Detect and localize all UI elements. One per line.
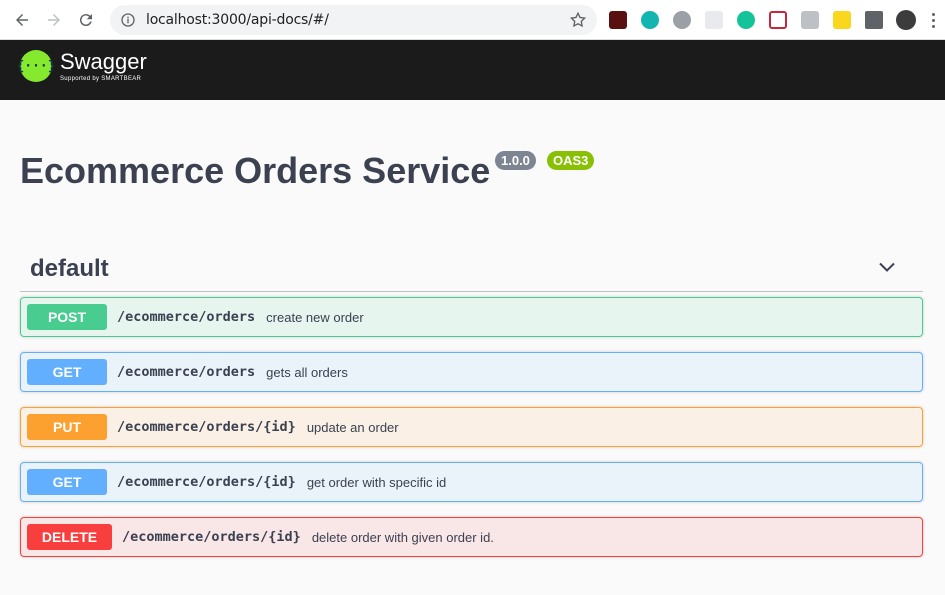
swagger-logo-icon: {···} xyxy=(16,50,56,82)
swagger-brand: Swagger xyxy=(60,48,147,74)
menu-icon[interactable] xyxy=(930,11,936,29)
operation-path: /ecommerce/orders/{id} xyxy=(117,474,296,490)
pdf-extension-icon[interactable] xyxy=(609,11,627,29)
swagger-sub: Supported by SMARTBEAR xyxy=(60,75,142,82)
operation-get-order[interactable]: GET /ecommerce/orders/{id} get order wit… xyxy=(20,462,923,502)
yellow-extension-icon[interactable] xyxy=(833,11,851,29)
version-badge: 1.0.0 xyxy=(495,151,536,170)
reload-icon xyxy=(79,13,92,26)
swagger-logo[interactable]: {···} Swagger Supported by SMARTBEAR xyxy=(16,48,147,82)
operation-summary: delete order with given order id. xyxy=(311,529,494,545)
operation-summary: get order with specific id xyxy=(306,474,447,490)
operation-path: /ecommerce/orders xyxy=(117,364,256,380)
forward-icon xyxy=(48,13,60,26)
m-extension-icon[interactable] xyxy=(641,11,659,29)
method-badge: GET xyxy=(27,359,107,385)
back-icon xyxy=(16,13,28,26)
star-icon[interactable] xyxy=(569,11,587,29)
grammarly-extension-icon[interactable] xyxy=(737,11,755,29)
operation-summary: gets all orders xyxy=(266,364,348,380)
section-default[interactable]: default xyxy=(20,245,923,292)
method-badge: POST xyxy=(27,304,107,330)
operation-summary: update an order xyxy=(306,419,399,435)
back-button[interactable] xyxy=(6,4,38,36)
operation-summary: create new order xyxy=(266,309,364,325)
method-badge: DELETE xyxy=(27,524,112,550)
chevron-down-icon[interactable] xyxy=(877,257,897,277)
circle-extension-icon[interactable] xyxy=(673,11,691,29)
avatar[interactable] xyxy=(896,10,916,30)
puzzle-extension-icon[interactable] xyxy=(865,11,883,29)
page-title: Ecommerce Orders Service xyxy=(20,150,491,191)
forward-button[interactable] xyxy=(38,4,70,36)
reload-button[interactable] xyxy=(70,4,102,36)
pocket-extension-icon[interactable] xyxy=(769,11,787,29)
operation-path: /ecommerce/orders xyxy=(117,309,256,325)
swagger-topbar: {···} Swagger Supported by SMARTBEAR xyxy=(0,40,945,100)
operation-put-order[interactable]: PUT /ecommerce/orders/{id} update an ord… xyxy=(20,407,923,447)
operation-get-orders[interactable]: GET /ecommerce/orders gets all orders xyxy=(20,352,923,392)
operation-delete-order[interactable]: DELETE /ecommerce/orders/{id} delete ord… xyxy=(20,517,923,557)
address-bar[interactable]: localhost:3000/api-docs/#/ xyxy=(110,4,597,35)
method-badge: PUT xyxy=(27,414,107,440)
gray-extension-icon[interactable] xyxy=(801,11,819,29)
info-icon[interactable] xyxy=(120,12,136,28)
browser-toolbar: localhost:3000/api-docs/#/ xyxy=(0,0,945,40)
url-text[interactable]: localhost:3000/api-docs/#/ xyxy=(146,12,329,28)
method-badge: GET xyxy=(27,469,107,495)
operation-path: /ecommerce/orders/{id} xyxy=(122,529,301,545)
section-name: default xyxy=(30,255,109,282)
tex-extension-icon[interactable] xyxy=(705,11,723,29)
oas-badge: OAS3 xyxy=(547,151,595,170)
operation-post-orders[interactable]: POST /ecommerce/orders create new order xyxy=(20,297,923,337)
operation-path: /ecommerce/orders/{id} xyxy=(117,419,296,435)
